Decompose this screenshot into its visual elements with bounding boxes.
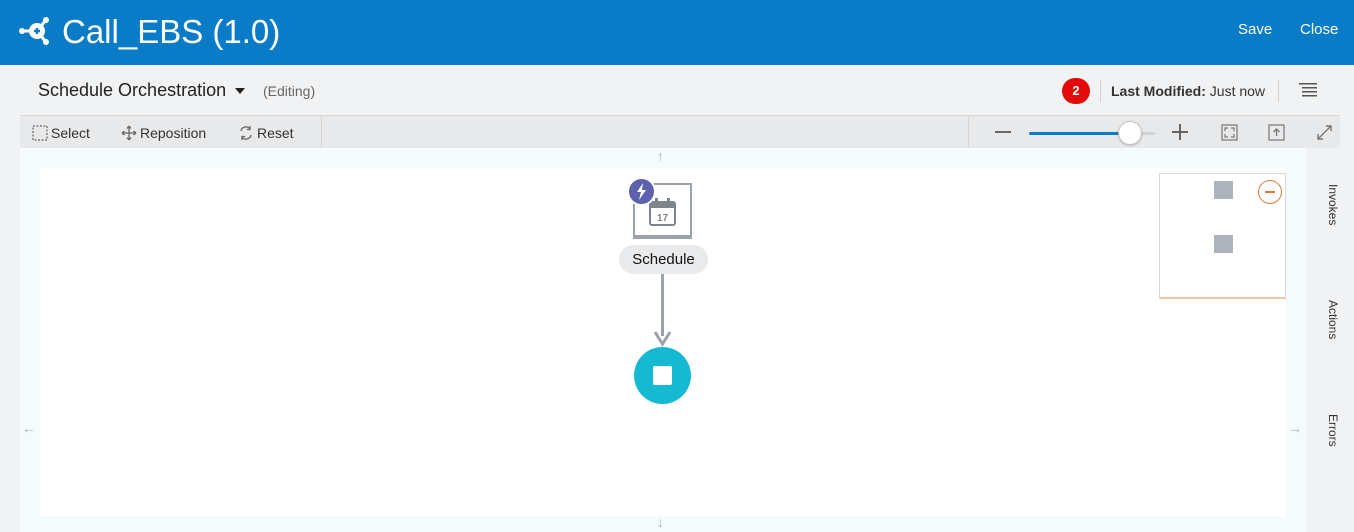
flow-connector <box>661 274 664 336</box>
schedule-node-label[interactable]: Schedule <box>619 245 708 274</box>
tab-errors[interactable]: Errors <box>1318 414 1340 447</box>
last-modified-value: Just now <box>1209 83 1266 99</box>
reset-tool[interactable]: Reset <box>238 116 294 149</box>
app-logo-icon <box>19 17 49 45</box>
bolt-icon <box>627 177 656 206</box>
tab-actions[interactable]: Actions <box>1318 300 1340 339</box>
tab-invokes[interactable]: Invokes <box>1318 184 1340 225</box>
collapse-overview-icon[interactable] <box>1258 180 1282 204</box>
canvas-toolbar: Select Reposition Reset <box>20 115 1340 149</box>
error-count-badge[interactable]: 2 <box>1062 78 1090 104</box>
fit-icon[interactable] <box>1221 124 1238 141</box>
caret-down-icon[interactable] <box>235 88 245 94</box>
divider <box>968 116 969 149</box>
side-palette: Invokes Actions Errors <box>1306 148 1354 532</box>
stop-icon[interactable] <box>634 347 691 404</box>
overview-node <box>1214 235 1233 253</box>
reset-label: Reset <box>257 124 294 141</box>
zoom-in-icon[interactable] <box>1172 124 1188 140</box>
pan-up-icon[interactable]: ↑ <box>657 148 664 164</box>
reposition-icon <box>121 125 137 140</box>
pan-right-icon[interactable]: → <box>1288 420 1302 436</box>
reset-icon <box>240 125 252 140</box>
zoom-slider-thumb[interactable] <box>1117 121 1142 145</box>
orchestration-dropdown[interactable]: Schedule Orchestration <box>38 80 226 101</box>
pan-left-icon[interactable]: ← <box>22 420 36 436</box>
flow-arrowhead-icon <box>653 331 672 347</box>
calendar-day: 17 <box>657 213 669 224</box>
overview-map[interactable] <box>1159 173 1286 299</box>
divider <box>1100 80 1101 102</box>
last-modified: Last Modified: Just now <box>1111 83 1265 99</box>
expand-icon[interactable] <box>1316 124 1333 141</box>
overview-node <box>1214 181 1233 199</box>
select-icon <box>32 124 48 141</box>
export-icon[interactable] <box>1268 124 1285 141</box>
divider <box>321 116 322 149</box>
orchestration-bar: Schedule Orchestration (Editing) 2 Last … <box>0 65 1354 115</box>
menu-lines-icon[interactable] <box>1299 82 1317 98</box>
reposition-label: Reposition <box>140 124 207 141</box>
app-header: Call_EBS (1.0) Save Close <box>0 0 1354 65</box>
editing-status: (Editing) <box>263 83 316 99</box>
last-modified-label: Last Modified: <box>1111 83 1206 99</box>
divider <box>1278 80 1279 102</box>
save-button[interactable]: Save <box>1238 21 1272 38</box>
reposition-tool[interactable]: Reposition <box>121 116 206 149</box>
select-label: Select <box>51 124 90 141</box>
zoom-slider-fill <box>1029 132 1130 135</box>
close-button[interactable]: Close <box>1300 21 1338 38</box>
select-tool[interactable]: Select <box>32 116 90 149</box>
pan-down-icon[interactable]: ↓ <box>657 514 664 530</box>
integration-title: Call_EBS (1.0) <box>62 13 281 50</box>
zoom-out-icon[interactable] <box>995 124 1011 140</box>
